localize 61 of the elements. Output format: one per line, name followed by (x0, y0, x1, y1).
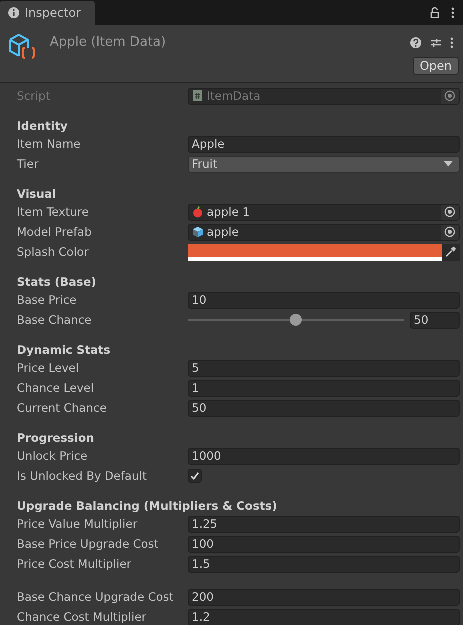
slider-thumb[interactable] (290, 314, 302, 326)
field-label: Unlock Price (17, 449, 89, 463)
lock-icon[interactable] (429, 6, 441, 18)
caret-icon (444, 161, 453, 167)
menu-icon[interactable] (450, 37, 454, 49)
section-header: Upgrade Balancing (Multipliers & Costs) (17, 499, 278, 514)
field-label: Price Value Multiplier (17, 517, 139, 531)
field-label: Base Price Upgrade Cost (17, 537, 160, 551)
help-icon[interactable] (410, 37, 422, 49)
checkbox[interactable] (188, 469, 202, 483)
asset-title: Apple (Item Data) (50, 35, 168, 50)
section-header: Dynamic Stats (17, 343, 112, 358)
dropdown[interactable]: Fruit (188, 156, 460, 172)
input-field[interactable]: 200 (188, 588, 460, 606)
info-icon (8, 7, 20, 19)
field-label: Base Price (17, 293, 78, 307)
field-label: Price Level (17, 361, 80, 375)
field-label: Script (17, 89, 52, 103)
eyedropper-icon[interactable] (445, 246, 457, 258)
field-label: Tier (17, 157, 40, 171)
input-field[interactable]: 50 (410, 312, 460, 328)
apple-icon (192, 206, 204, 218)
input-field[interactable]: 1.25 (188, 516, 460, 532)
input-field[interactable]: 5 (188, 360, 460, 376)
section-header: Progression (17, 431, 96, 446)
input-field[interactable]: 1 (188, 380, 460, 396)
field-label: Chance Cost Multiplier (17, 610, 148, 624)
input-field[interactable]: 1000 (188, 448, 460, 464)
checkmark-icon (190, 471, 200, 481)
settings-icon[interactable] (430, 37, 442, 49)
script-file-icon (192, 90, 204, 102)
field-label: Current Chance (17, 401, 108, 415)
field-label: Model Prefab (17, 225, 93, 239)
open-button[interactable]: Open (412, 57, 459, 75)
input-field[interactable]: 1.2 (188, 608, 460, 625)
input-field[interactable]: Apple (188, 136, 460, 152)
input-field[interactable]: 50 (188, 400, 460, 416)
cube-icon (192, 226, 204, 238)
object-field[interactable]: apple 1 (188, 204, 460, 220)
section-header: Visual (17, 187, 58, 202)
menu-icon[interactable] (451, 6, 455, 18)
field-label: Chance Level (17, 381, 96, 395)
color-swatch[interactable] (188, 244, 442, 260)
field-label: Price Cost Multiplier (17, 557, 133, 571)
section-header: Stats (Base) (17, 275, 98, 290)
field-label: Base Chance Upgrade Cost (17, 590, 175, 604)
field-label: Base Chance (17, 313, 93, 327)
object-picker-icon[interactable] (444, 90, 456, 102)
inspector-tab[interactable]: Inspector (0, 1, 95, 25)
input-field[interactable]: 10 (188, 292, 460, 308)
object-field[interactable]: apple (188, 224, 460, 240)
field-label: Item Texture (17, 205, 90, 219)
field-label: Is Unlocked By Default (17, 469, 148, 483)
input-field[interactable]: 100 (188, 536, 460, 552)
section-header: Identity (17, 119, 69, 134)
object-picker-icon[interactable] (444, 226, 456, 238)
scriptable-object-icon (7, 32, 37, 62)
object-picker-icon[interactable] (444, 206, 456, 218)
field-label: Splash Color (17, 245, 90, 259)
field-label: Item Name (17, 137, 82, 151)
input-field[interactable]: 1.5 (188, 556, 460, 572)
